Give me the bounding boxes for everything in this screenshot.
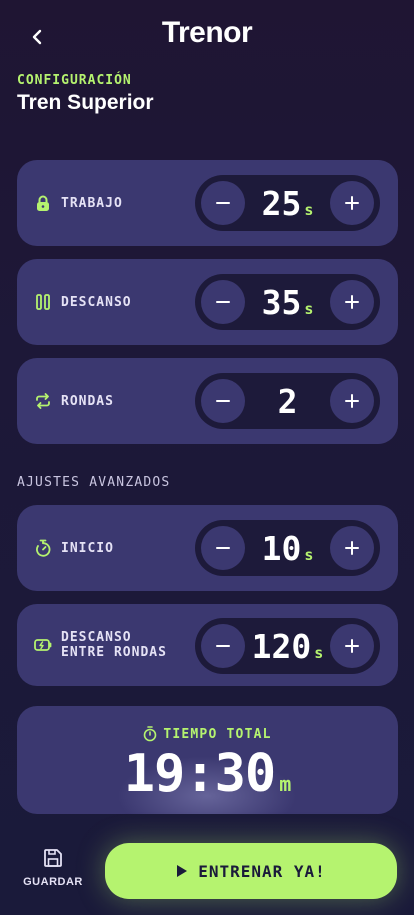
app-title: Trenor — [161, 16, 253, 49]
minus-icon — [216, 301, 230, 303]
config-label: CONFIGURACIÓN — [17, 73, 132, 88]
setting-card-trabajo: TRABAJO 25 s — [17, 160, 398, 246]
rounds-stepper: 2 — [195, 373, 380, 429]
stopwatch-icon — [34, 539, 52, 557]
round-rest-stepper: 120 s — [195, 618, 380, 674]
plus-icon — [345, 295, 359, 309]
minus-icon — [216, 202, 230, 204]
timer-icon — [144, 726, 157, 742]
save-button[interactable]: GUARDAR — [18, 848, 88, 898]
total-time-display: 19:30 m — [17, 744, 398, 804]
minus-icon — [216, 400, 230, 402]
total-time-unit: m — [279, 772, 292, 796]
plus-icon — [345, 541, 359, 555]
setting-card-descanso: DESCANSO 35 s — [17, 259, 398, 345]
footer-bar: GUARDAR ENTRENAR YA! — [0, 830, 414, 915]
increment-button[interactable] — [330, 526, 374, 570]
start-stepper: 10 s — [195, 520, 380, 576]
setting-label: INICIO — [61, 540, 114, 556]
setting-label-line2: ENTRE RONDAS — [61, 645, 167, 660]
battery-charging-icon — [34, 636, 52, 654]
total-time-label-row: TIEMPO TOTAL — [17, 726, 398, 742]
lock-icon — [34, 194, 52, 212]
setting-value: 120 — [251, 627, 312, 666]
setting-unit: s — [304, 201, 314, 219]
setting-value-display: 2 — [245, 373, 330, 429]
start-training-button[interactable]: ENTRENAR YA! — [105, 843, 397, 899]
advanced-settings-heading: AJUSTES AVANZADOS — [17, 475, 171, 490]
setting-value-display: 35 s — [245, 274, 330, 330]
total-time-label: TIEMPO TOTAL — [163, 726, 272, 742]
minus-icon — [216, 547, 230, 549]
setting-value-display: 120 s — [243, 618, 332, 674]
setting-value: 2 — [277, 382, 298, 421]
repeat-icon — [34, 392, 52, 410]
setting-label: TRABAJO — [61, 195, 123, 211]
setting-card-inicio: INICIO 10 s — [17, 505, 398, 591]
increment-button[interactable] — [330, 181, 374, 225]
decrement-button[interactable] — [201, 624, 245, 668]
floppy-disk-icon — [44, 849, 62, 867]
work-stepper: 25 s — [195, 175, 380, 231]
decrement-button[interactable] — [201, 280, 245, 324]
total-time-value: 19:30 — [123, 744, 277, 804]
setting-unit: s — [314, 644, 324, 662]
plus-icon — [345, 196, 359, 210]
setting-card-rondas: RONDAS 2 — [17, 358, 398, 444]
setting-unit: s — [304, 546, 314, 564]
plus-icon — [345, 639, 359, 653]
setting-value: 25 — [261, 184, 302, 223]
increment-button[interactable] — [330, 280, 374, 324]
setting-value: 35 — [261, 283, 302, 322]
save-label: GUARDAR — [23, 876, 83, 888]
plus-icon — [345, 394, 359, 408]
app-header: Trenor — [0, 0, 414, 72]
setting-value-display: 10 s — [245, 520, 330, 576]
total-time-card: TIEMPO TOTAL 19:30 m — [17, 706, 398, 814]
decrement-button[interactable] — [201, 181, 245, 225]
setting-label: RONDAS — [61, 393, 114, 409]
increment-button[interactable] — [330, 624, 374, 668]
setting-value: 10 — [261, 529, 302, 568]
minus-icon — [216, 645, 230, 647]
setting-label: DESCANSO ENTRE RONDAS — [61, 604, 167, 686]
increment-button[interactable] — [330, 379, 374, 423]
setting-value-display: 25 s — [245, 175, 330, 231]
setting-card-descanso-entre-rondas: DESCANSO ENTRE RONDAS 120 s — [17, 604, 398, 686]
decrement-button[interactable] — [201, 379, 245, 423]
rest-stepper: 35 s — [195, 274, 380, 330]
setting-unit: s — [304, 300, 314, 318]
start-training-label: ENTRENAR YA! — [198, 861, 326, 881]
setting-label: DESCANSO — [61, 294, 132, 310]
decrement-button[interactable] — [201, 526, 245, 570]
pause-icon — [34, 293, 52, 311]
config-name: Tren Superior — [17, 91, 154, 114]
play-icon — [177, 865, 188, 877]
setting-label-line1: DESCANSO — [61, 630, 132, 645]
